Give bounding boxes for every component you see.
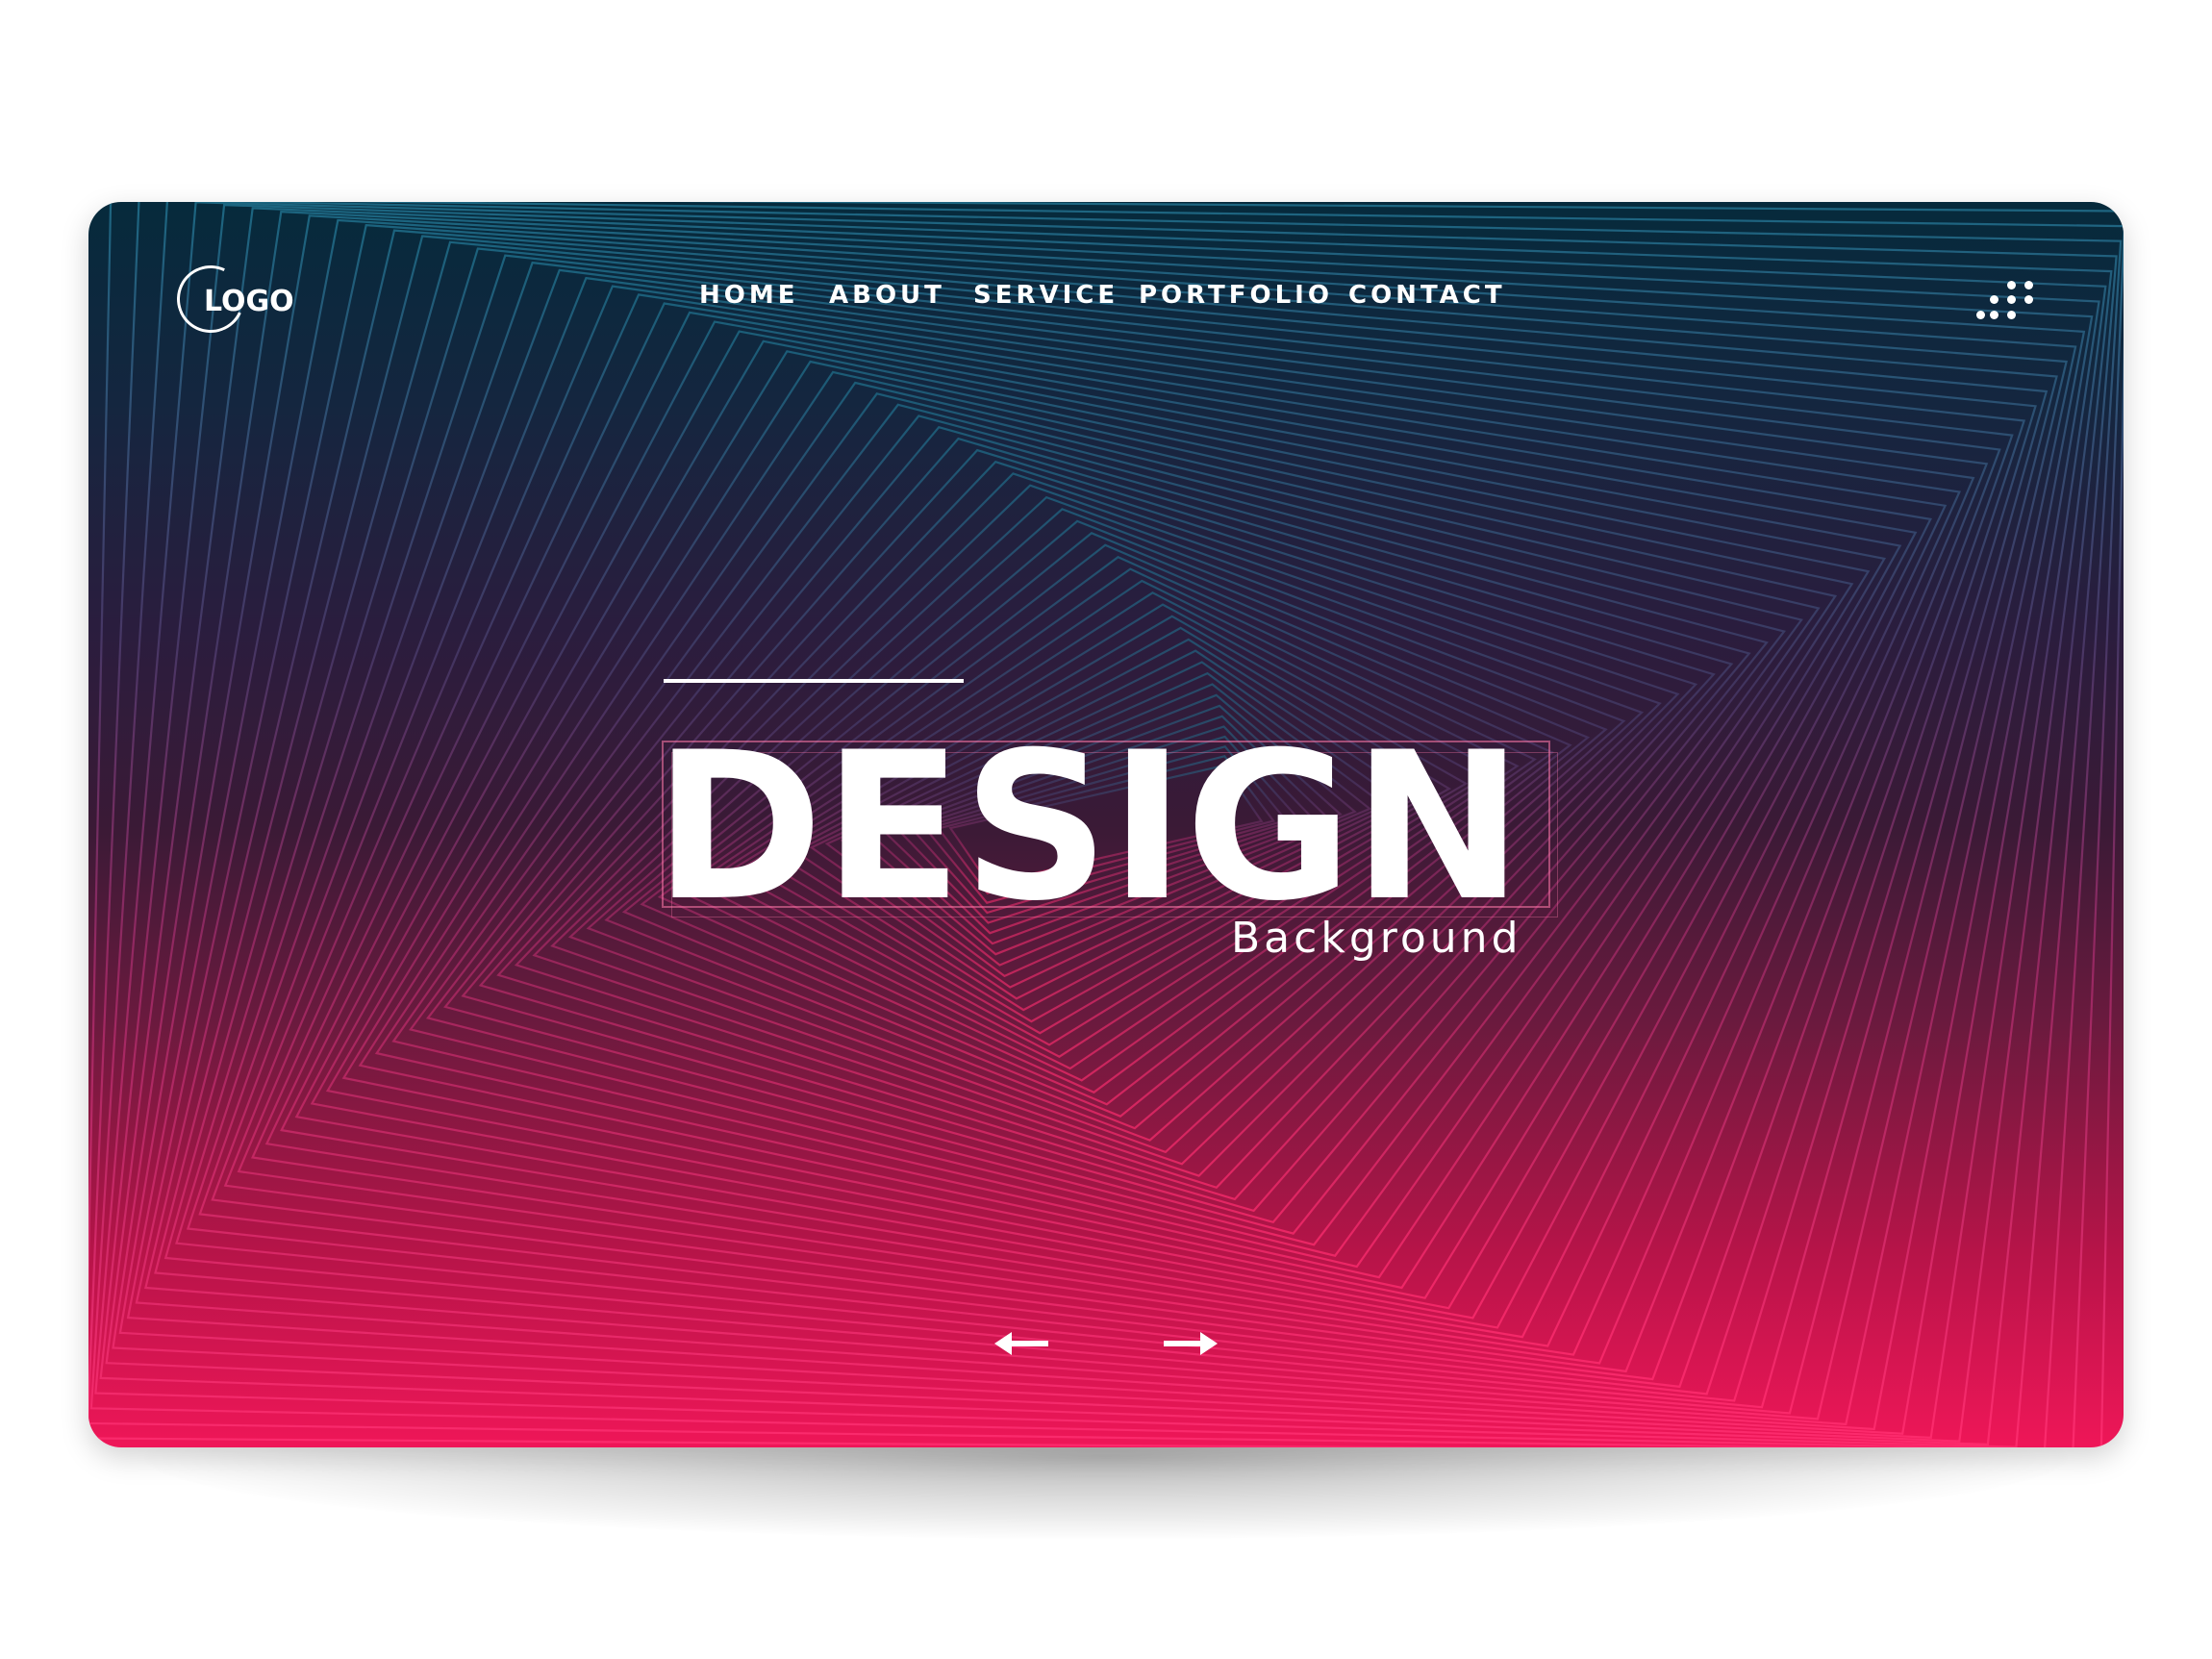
arrow-left-icon[interactable] (993, 1322, 1050, 1365)
arrow-right-icon[interactable] (1162, 1322, 1219, 1365)
nav-item-service[interactable]: SERVICE (973, 281, 1119, 310)
hero-title: DESIGN (654, 708, 1523, 945)
nav-item-about[interactable]: ABOUT (829, 281, 945, 310)
hero-divider (664, 679, 964, 683)
nav-item-home[interactable]: HOME (699, 281, 799, 310)
nav-item-portfolio[interactable]: PORTFOLIO (1139, 281, 1333, 310)
dots-grid-icon[interactable] (1976, 281, 2034, 325)
landing-page-card: LOGO HOME ABOUT SERVICE PORTFOLIO CONTAC… (88, 202, 2124, 1447)
nav-item-contact[interactable]: CONTACT (1348, 281, 1506, 310)
main-nav: HOME ABOUT SERVICE PORTFOLIO CONTACT (88, 281, 2124, 319)
hero-subtitle: Background (1231, 914, 1522, 963)
